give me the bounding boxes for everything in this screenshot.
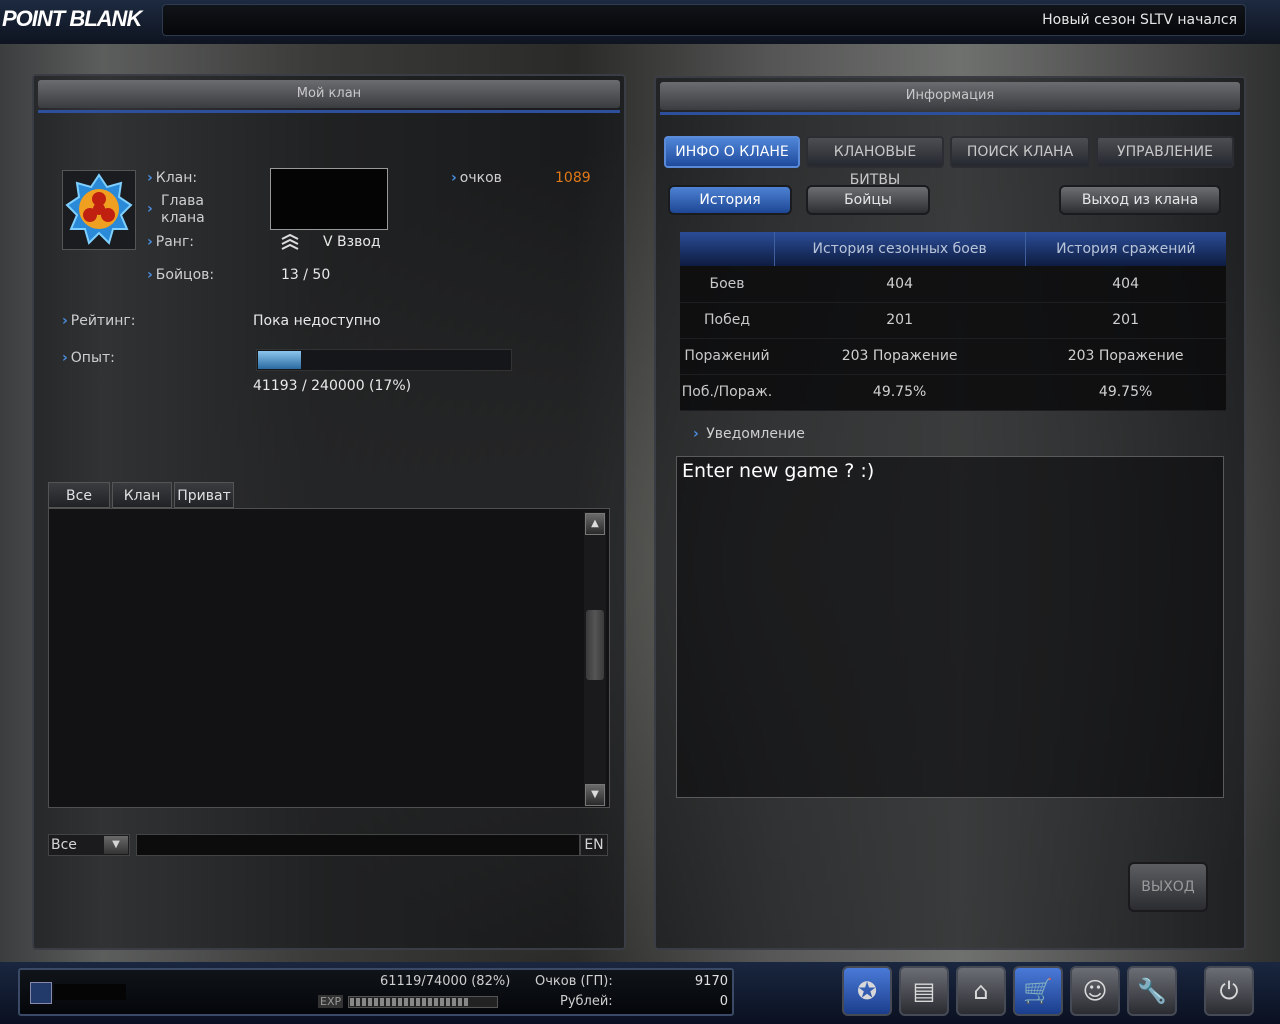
- season-cell: 201: [774, 302, 1026, 339]
- clan-label: › Клан:: [147, 170, 198, 186]
- exp-progress-bar: [256, 349, 512, 371]
- rating-label: › Рейтинг:: [62, 313, 136, 329]
- table-row: Поб./Пораж. 49.75% 49.75%: [680, 374, 1226, 411]
- points-value: 1089: [555, 170, 591, 186]
- notice-text: Enter new game ? :): [682, 460, 875, 482]
- player-name-redacted: [54, 984, 126, 1000]
- player-rank-icon: [30, 982, 52, 1004]
- rubles-label: Рублей:: [560, 994, 613, 1009]
- row-label: Поб./Пораж.: [680, 374, 774, 411]
- table-row: Поражений 203 Поражение 203 Поражение: [680, 338, 1226, 375]
- chat-input[interactable]: [136, 834, 580, 856]
- exit-button[interactable]: ВЫХОД: [1128, 862, 1208, 912]
- chat-tab-all[interactable]: Все: [48, 482, 110, 508]
- rank-label: › Ранг:: [147, 234, 195, 250]
- fighters-button[interactable]: Бойцы: [806, 185, 930, 215]
- row-label: Боев: [680, 266, 774, 303]
- shop-icon[interactable]: 🛒: [1013, 966, 1063, 1016]
- news-text: Новый сезон SLTV начался: [1042, 12, 1237, 28]
- panel-title: Мой клан: [38, 80, 620, 108]
- tab-clan-battles[interactable]: КЛАНОВЫЕ БИТВЫ: [806, 136, 944, 188]
- table-row: Боев 404 404: [680, 266, 1226, 303]
- chat-tab-private[interactable]: Приват: [174, 482, 234, 508]
- exp-label: › Опыт:: [62, 350, 115, 366]
- row-label: Поражений: [680, 338, 774, 375]
- clan-name-redacted: [270, 168, 388, 230]
- news-ticker: Новый сезон SLTV начался: [162, 4, 1246, 36]
- chat-channel-select[interactable]: Все ▼: [48, 834, 130, 856]
- points-label: › очков: [451, 170, 502, 186]
- gp-points-label: Очков (ГП):: [535, 974, 613, 989]
- tab-clan-search[interactable]: ПОИСК КЛАНА: [950, 136, 1090, 168]
- language-indicator[interactable]: EN: [580, 834, 608, 856]
- battles-cell: 203 Поражение: [1025, 338, 1226, 375]
- chat-tab-clan[interactable]: Клан: [112, 482, 172, 508]
- player-exp-fill: [350, 998, 470, 1006]
- community-icon[interactable]: ☺: [1070, 966, 1120, 1016]
- exp-progress-fill: [258, 351, 301, 369]
- rating-value: Пока недоступно: [253, 313, 381, 329]
- clan-icon[interactable]: ✪: [842, 966, 892, 1016]
- season-cell: 203 Поражение: [774, 338, 1026, 375]
- table-row: Побед 201 201: [680, 302, 1226, 339]
- rank-chevron-icon: [280, 233, 300, 255]
- season-cell: 404: [774, 266, 1026, 303]
- fighters-label: › Бойцов:: [147, 267, 215, 283]
- game-logo: POINT BLANK: [2, 6, 142, 31]
- chat-log: [48, 508, 610, 808]
- tab-clan-info[interactable]: ИНФО О КЛАНЕ: [664, 136, 800, 168]
- battle-history-header: История сражений: [1024, 232, 1226, 266]
- gp-points-value: 9170: [694, 974, 728, 989]
- title-divider: [38, 110, 620, 113]
- scroll-thumb[interactable]: [586, 610, 604, 680]
- exp-text: 41193 / 240000 (17%): [253, 378, 412, 394]
- battles-cell: 49.75%: [1025, 374, 1226, 411]
- player-exp-bar: [348, 996, 498, 1008]
- clan-stats-table: История сезонных боев История сражений Б…: [680, 232, 1226, 411]
- table-corner: [680, 232, 774, 266]
- history-button[interactable]: История: [668, 185, 792, 215]
- title-divider: [660, 112, 1240, 115]
- row-label: Побед: [680, 302, 774, 339]
- rubles-value: 0: [719, 994, 728, 1009]
- scroll-down-icon[interactable]: ▼: [585, 784, 605, 806]
- chevron-down-icon[interactable]: ▼: [104, 836, 128, 854]
- notice-textarea[interactable]: Enter new game ? :): [676, 456, 1224, 798]
- settings-icon[interactable]: 🔧: [1127, 966, 1177, 1016]
- player-exp-text: 61119/74000 (82%): [380, 974, 511, 989]
- battles-cell: 201: [1025, 302, 1226, 339]
- biohazard-icon: [65, 173, 133, 245]
- power-icon[interactable]: ⏻: [1204, 966, 1254, 1016]
- rank-value: V Взвод: [323, 234, 381, 250]
- leader-label: › Глава клана: [147, 193, 205, 226]
- notice-label: › Уведомление: [693, 426, 805, 442]
- tab-management[interactable]: УПРАВЛЕНИЕ: [1096, 136, 1234, 168]
- panel-title: Информация: [660, 82, 1240, 110]
- clan-emblem: [62, 170, 136, 250]
- exp-tag: EXP: [318, 995, 344, 1008]
- fighters-value: 13 / 50: [281, 267, 331, 283]
- scroll-up-icon[interactable]: ▲: [585, 513, 605, 535]
- season-cell: 49.75%: [774, 374, 1026, 411]
- leave-clan-button[interactable]: Выход из клана: [1059, 185, 1221, 215]
- profile-icon[interactable]: ▤: [899, 966, 949, 1016]
- battles-cell: 404: [1025, 266, 1226, 303]
- season-history-header: История сезонных боев: [773, 232, 1026, 266]
- inventory-icon[interactable]: ⌂: [956, 966, 1006, 1016]
